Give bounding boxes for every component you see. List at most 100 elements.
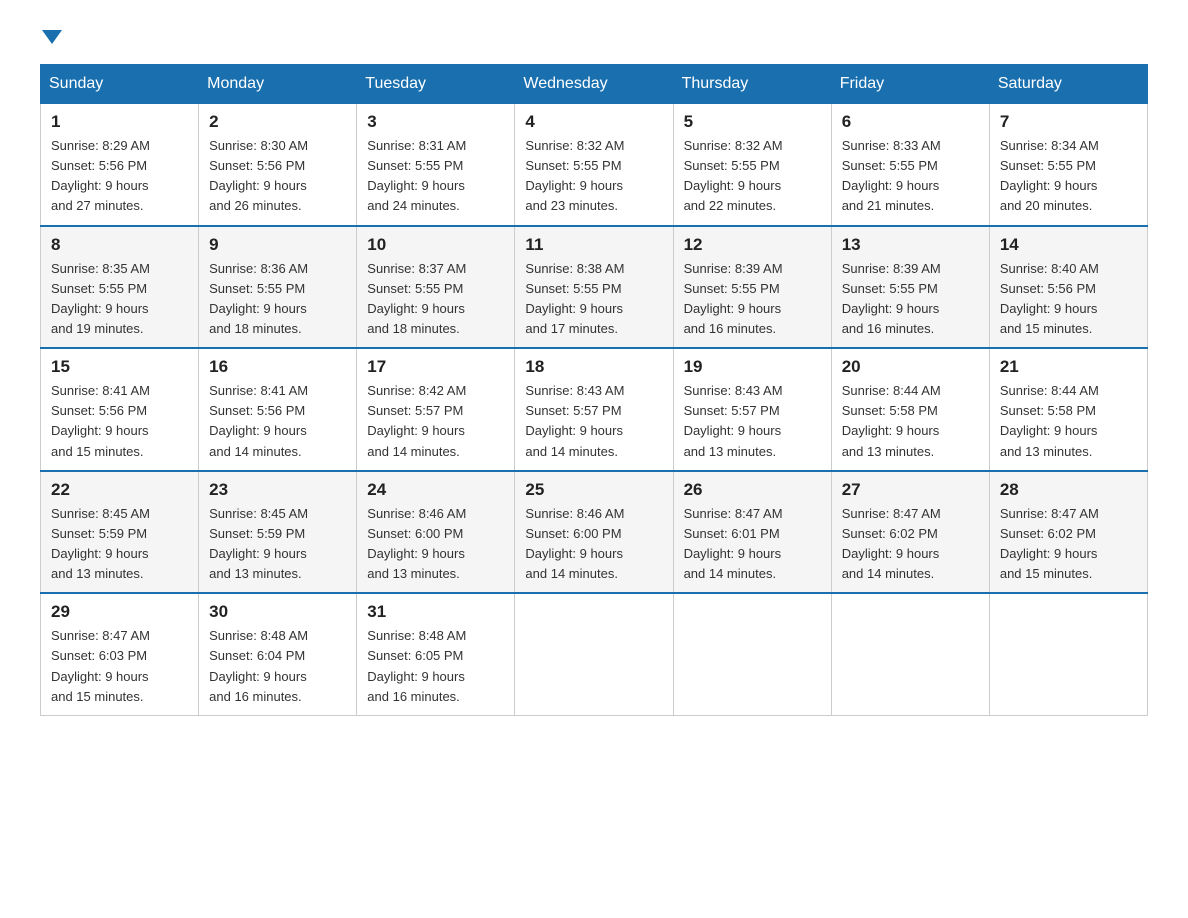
calendar-day-cell: 30 Sunrise: 8:48 AMSunset: 6:04 PMDayligh… bbox=[199, 593, 357, 715]
day-number: 2 bbox=[209, 112, 346, 132]
calendar-day-cell: 7Sunrise: 8:34 AMSunset: 5:55 PMDaylight… bbox=[989, 104, 1147, 226]
calendar-week-row: 1 Sunrise: 8:29 AMSunset: 5:56 PMDaylight… bbox=[41, 104, 1148, 226]
day-number: 23 bbox=[209, 480, 346, 500]
day-number: 13 bbox=[842, 235, 979, 255]
day-number: 21 bbox=[1000, 357, 1137, 377]
calendar-day-cell: 27 Sunrise: 8:47 AMSunset: 6:02 PMDayligh… bbox=[831, 471, 989, 594]
calendar-day-cell: 13Sunrise: 8:39 AMSunset: 5:55 PMDayligh… bbox=[831, 226, 989, 349]
logo-arrow-icon bbox=[42, 30, 62, 44]
calendar-day-cell: 17 Sunrise: 8:42 AMSunset: 5:57 PMDayligh… bbox=[357, 348, 515, 471]
day-number: 20 bbox=[842, 357, 979, 377]
calendar-day-cell: 22 Sunrise: 8:45 AMSunset: 5:59 PMDayligh… bbox=[41, 471, 199, 594]
day-number: 30 bbox=[209, 602, 346, 622]
calendar-day-cell bbox=[989, 593, 1147, 715]
day-number: 4 bbox=[525, 112, 662, 132]
day-number: 14 bbox=[1000, 235, 1137, 255]
calendar-day-cell: 28 Sunrise: 8:47 AMSunset: 6:02 PMDayligh… bbox=[989, 471, 1147, 594]
calendar-day-cell: 19Sunrise: 8:43 AMSunset: 5:57 PMDayligh… bbox=[673, 348, 831, 471]
day-info: Sunrise: 8:29 AMSunset: 5:56 PMDaylight:… bbox=[51, 136, 188, 217]
day-info: Sunrise: 8:35 AMSunset: 5:55 PMDaylight:… bbox=[51, 259, 188, 340]
weekday-header-saturday: Saturday bbox=[989, 65, 1147, 104]
calendar-day-cell: 1 Sunrise: 8:29 AMSunset: 5:56 PMDaylight… bbox=[41, 104, 199, 226]
calendar-day-cell: 23 Sunrise: 8:45 AMSunset: 5:59 PMDayligh… bbox=[199, 471, 357, 594]
day-number: 11 bbox=[525, 235, 662, 255]
day-info: Sunrise: 8:31 AMSunset: 5:55 PMDaylight:… bbox=[367, 136, 504, 217]
calendar-day-cell: 5 Sunrise: 8:32 AMSunset: 5:55 PMDaylight… bbox=[673, 104, 831, 226]
day-info: Sunrise: 8:45 AMSunset: 5:59 PMDaylight:… bbox=[209, 504, 346, 585]
day-number: 22 bbox=[51, 480, 188, 500]
day-number: 16 bbox=[209, 357, 346, 377]
calendar-day-cell: 24Sunrise: 8:46 AMSunset: 6:00 PMDayligh… bbox=[357, 471, 515, 594]
weekday-header-sunday: Sunday bbox=[41, 65, 199, 104]
calendar-day-cell: 3 Sunrise: 8:31 AMSunset: 5:55 PMDaylight… bbox=[357, 104, 515, 226]
calendar-day-cell: 25 Sunrise: 8:46 AMSunset: 6:00 PMDayligh… bbox=[515, 471, 673, 594]
day-number: 15 bbox=[51, 357, 188, 377]
day-info: Sunrise: 8:41 AMSunset: 5:56 PMDaylight:… bbox=[209, 381, 346, 462]
calendar-week-row: 15 Sunrise: 8:41 AMSunset: 5:56 PMDayligh… bbox=[41, 348, 1148, 471]
day-info: Sunrise: 8:34 AMSunset: 5:55 PMDaylight:… bbox=[1000, 136, 1137, 217]
day-info: Sunrise: 8:48 AMSunset: 6:05 PMDaylight:… bbox=[367, 626, 504, 707]
calendar-day-cell: 18Sunrise: 8:43 AMSunset: 5:57 PMDayligh… bbox=[515, 348, 673, 471]
weekday-header-friday: Friday bbox=[831, 65, 989, 104]
calendar-week-row: 29Sunrise: 8:47 AMSunset: 6:03 PMDayligh… bbox=[41, 593, 1148, 715]
day-number: 6 bbox=[842, 112, 979, 132]
calendar-day-cell bbox=[515, 593, 673, 715]
day-number: 9 bbox=[209, 235, 346, 255]
calendar-day-cell: 11Sunrise: 8:38 AMSunset: 5:55 PMDayligh… bbox=[515, 226, 673, 349]
day-number: 27 bbox=[842, 480, 979, 500]
day-info: Sunrise: 8:47 AMSunset: 6:02 PMDaylight:… bbox=[1000, 504, 1137, 585]
day-info: Sunrise: 8:43 AMSunset: 5:57 PMDaylight:… bbox=[684, 381, 821, 462]
day-number: 12 bbox=[684, 235, 821, 255]
day-info: Sunrise: 8:30 AMSunset: 5:56 PMDaylight:… bbox=[209, 136, 346, 217]
calendar-day-cell: 20 Sunrise: 8:44 AMSunset: 5:58 PMDayligh… bbox=[831, 348, 989, 471]
day-number: 29 bbox=[51, 602, 188, 622]
day-info: Sunrise: 8:43 AMSunset: 5:57 PMDaylight:… bbox=[525, 381, 662, 462]
day-info: Sunrise: 8:48 AMSunset: 6:04 PMDaylight:… bbox=[209, 626, 346, 707]
day-info: Sunrise: 8:36 AMSunset: 5:55 PMDaylight:… bbox=[209, 259, 346, 340]
day-number: 25 bbox=[525, 480, 662, 500]
day-info: Sunrise: 8:46 AMSunset: 6:00 PMDaylight:… bbox=[525, 504, 662, 585]
calendar-day-cell: 8 Sunrise: 8:35 AMSunset: 5:55 PMDaylight… bbox=[41, 226, 199, 349]
weekday-header-tuesday: Tuesday bbox=[357, 65, 515, 104]
calendar-day-cell: 29Sunrise: 8:47 AMSunset: 6:03 PMDayligh… bbox=[41, 593, 199, 715]
day-number: 8 bbox=[51, 235, 188, 255]
day-info: Sunrise: 8:32 AMSunset: 5:55 PMDaylight:… bbox=[684, 136, 821, 217]
day-info: Sunrise: 8:32 AMSunset: 5:55 PMDaylight:… bbox=[525, 136, 662, 217]
day-info: Sunrise: 8:45 AMSunset: 5:59 PMDaylight:… bbox=[51, 504, 188, 585]
day-info: Sunrise: 8:33 AMSunset: 5:55 PMDaylight:… bbox=[842, 136, 979, 217]
weekday-header-monday: Monday bbox=[199, 65, 357, 104]
day-info: Sunrise: 8:40 AMSunset: 5:56 PMDaylight:… bbox=[1000, 259, 1137, 340]
calendar-day-cell: 2 Sunrise: 8:30 AMSunset: 5:56 PMDaylight… bbox=[199, 104, 357, 226]
page-header bbox=[40, 30, 1148, 44]
day-info: Sunrise: 8:44 AMSunset: 5:58 PMDaylight:… bbox=[842, 381, 979, 462]
calendar-table: SundayMondayTuesdayWednesdayThursdayFrid… bbox=[40, 64, 1148, 716]
day-number: 17 bbox=[367, 357, 504, 377]
day-info: Sunrise: 8:47 AMSunset: 6:02 PMDaylight:… bbox=[842, 504, 979, 585]
calendar-week-row: 22 Sunrise: 8:45 AMSunset: 5:59 PMDayligh… bbox=[41, 471, 1148, 594]
weekday-header-thursday: Thursday bbox=[673, 65, 831, 104]
calendar-day-cell: 10Sunrise: 8:37 AMSunset: 5:55 PMDayligh… bbox=[357, 226, 515, 349]
day-number: 3 bbox=[367, 112, 504, 132]
calendar-day-cell: 26Sunrise: 8:47 AMSunset: 6:01 PMDayligh… bbox=[673, 471, 831, 594]
day-number: 5 bbox=[684, 112, 821, 132]
calendar-day-cell: 21 Sunrise: 8:44 AMSunset: 5:58 PMDayligh… bbox=[989, 348, 1147, 471]
logo bbox=[40, 30, 64, 44]
day-info: Sunrise: 8:44 AMSunset: 5:58 PMDaylight:… bbox=[1000, 381, 1137, 462]
calendar-day-cell: 16 Sunrise: 8:41 AMSunset: 5:56 PMDayligh… bbox=[199, 348, 357, 471]
calendar-day-cell: 31Sunrise: 8:48 AMSunset: 6:05 PMDayligh… bbox=[357, 593, 515, 715]
day-info: Sunrise: 8:46 AMSunset: 6:00 PMDaylight:… bbox=[367, 504, 504, 585]
day-number: 28 bbox=[1000, 480, 1137, 500]
calendar-day-cell: 4 Sunrise: 8:32 AMSunset: 5:55 PMDaylight… bbox=[515, 104, 673, 226]
day-number: 10 bbox=[367, 235, 504, 255]
day-info: Sunrise: 8:42 AMSunset: 5:57 PMDaylight:… bbox=[367, 381, 504, 462]
day-number: 26 bbox=[684, 480, 821, 500]
calendar-day-cell: 12 Sunrise: 8:39 AMSunset: 5:55 PMDayligh… bbox=[673, 226, 831, 349]
calendar-day-cell: 6 Sunrise: 8:33 AMSunset: 5:55 PMDaylight… bbox=[831, 104, 989, 226]
weekday-header-row: SundayMondayTuesdayWednesdayThursdayFrid… bbox=[41, 65, 1148, 104]
day-info: Sunrise: 8:39 AMSunset: 5:55 PMDaylight:… bbox=[684, 259, 821, 340]
calendar-day-cell bbox=[673, 593, 831, 715]
calendar-day-cell: 9 Sunrise: 8:36 AMSunset: 5:55 PMDaylight… bbox=[199, 226, 357, 349]
weekday-header-wednesday: Wednesday bbox=[515, 65, 673, 104]
day-number: 1 bbox=[51, 112, 188, 132]
calendar-day-cell: 14 Sunrise: 8:40 AMSunset: 5:56 PMDayligh… bbox=[989, 226, 1147, 349]
